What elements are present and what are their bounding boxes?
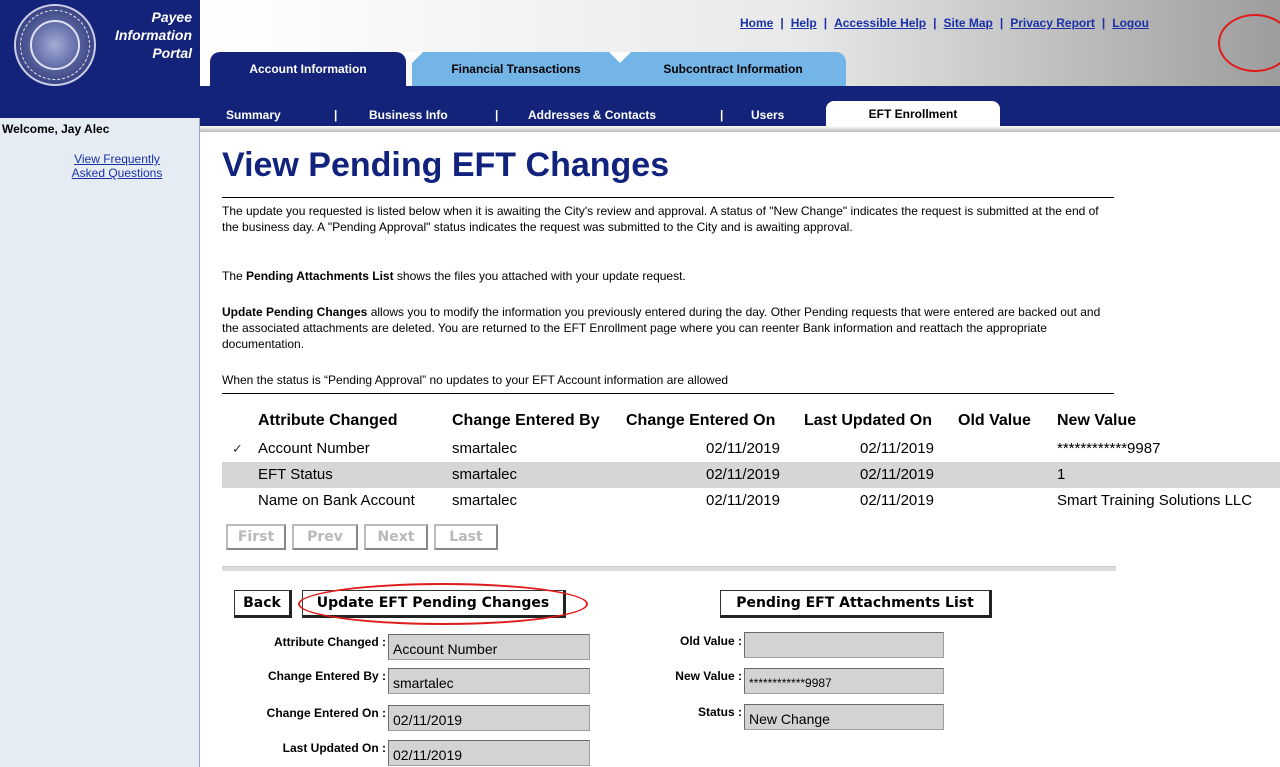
pending-eft-attachments-button[interactable]: Pending EFT Attachments List (720, 590, 992, 618)
city-seal-icon (14, 4, 96, 86)
brand-line-1: Payee (151, 9, 192, 25)
col-header-old-value: Old Value (958, 412, 1031, 429)
subnav-separator: | (720, 108, 724, 122)
status-field[interactable]: New Change (744, 704, 944, 730)
status-paragraph: When the status is “Pending Approval” no… (222, 373, 729, 387)
portal-brand: Payee Information Portal (115, 8, 192, 62)
subnav-users[interactable]: Users (751, 108, 784, 122)
change-entered-on-field[interactable]: 02/11/2019 (388, 705, 590, 731)
last-updated-on-field[interactable]: 02/11/2019 (388, 740, 590, 766)
page-title: View Pending EFT Changes (222, 146, 670, 184)
faq-link[interactable]: View Frequently Asked Questions (62, 152, 172, 180)
cell-entered-on: 02/11/2019 (706, 440, 780, 457)
cell-entered-on: 02/11/2019 (706, 492, 780, 509)
tab-account-information[interactable]: Account Information (210, 52, 406, 86)
subnav-separator: | (334, 108, 338, 122)
attachments-paragraph-lead: The (222, 269, 247, 283)
cell-attribute: Name on Bank Account (258, 492, 415, 509)
intro-paragraph: The update you requested is listed below… (222, 204, 1099, 234)
update-paragraph-term: Update Pending Changes (222, 305, 368, 319)
table-row[interactable]: EFT Status smartalec 02/11/2019 02/11/20… (222, 462, 1280, 488)
subnav-business-info[interactable]: Business Info (369, 108, 448, 122)
subnav-summary[interactable]: Summary (226, 108, 281, 122)
tab-notch (401, 52, 423, 63)
sub-navigation (200, 86, 1280, 126)
top-links: Home | Help | Accessible Help | Site Map | Priva… (740, 16, 1149, 30)
status-label: Status : (697, 705, 742, 719)
old-value-field[interactable] (744, 632, 944, 658)
col-header-entered-on: Change Entered On (626, 412, 776, 429)
cell-entered-on: 02/11/2019 (706, 466, 780, 483)
subnav-eft-enrollment[interactable]: EFT Enrollment (826, 101, 1000, 126)
logout-link[interactable]: Logou (1112, 16, 1149, 30)
site-map-link[interactable]: Site Map (943, 16, 992, 30)
cell-entered-by: smartalec (452, 440, 518, 457)
cell-new-value: ************9987 (1057, 440, 1161, 457)
table-row[interactable]: Name on Bank Account smartalec 02/11/201… (222, 488, 1280, 514)
title-divider (222, 197, 1114, 198)
subnav-separator: | (495, 108, 499, 122)
attribute-changed-field[interactable]: Account Number (388, 634, 590, 660)
cell-new-value: Smart Training Solutions LLC (1057, 492, 1253, 509)
col-header-entered-by: Change Entered By (452, 412, 600, 429)
cell-attribute: EFT Status (258, 466, 333, 483)
portal-logo: Payee Information Portal (0, 0, 200, 118)
change-entered-by-label: Change Entered By : (267, 669, 386, 683)
cell-entered-by: smartalec (452, 492, 518, 509)
update-paragraph: Update Pending Changes allows you to mod… (222, 304, 1102, 352)
tab-notch (609, 52, 631, 63)
content-divider (222, 393, 1114, 394)
brand-line-3: Portal (152, 45, 192, 61)
brand-line-2: Information (115, 27, 192, 43)
accessible-help-link[interactable]: Accessible Help (834, 16, 926, 30)
pager-next-button[interactable]: Next (364, 524, 428, 550)
change-entered-on-label: Change Entered On : (266, 706, 386, 720)
new-value-field[interactable]: ************9987 (744, 668, 944, 694)
privacy-report-link[interactable]: Privacy Report (1010, 16, 1095, 30)
attachments-paragraph-term: Pending Attachments List (246, 269, 394, 283)
cell-attribute: Account Number (258, 440, 370, 457)
pager-first-button[interactable]: First (226, 524, 286, 550)
attachments-paragraph-text: shows the files you attached with your u… (393, 269, 686, 283)
attribute-changed-label: Attribute Changed : (274, 635, 386, 649)
table-row[interactable]: ✓ Account Number smartalec 02/11/2019 02… (222, 436, 1280, 462)
faq-link-line-2[interactable]: Asked Questions (72, 166, 163, 180)
cell-entered-by: smartalec (452, 466, 518, 483)
sidebar (0, 118, 200, 767)
home-link[interactable]: Home (740, 16, 773, 30)
cell-updated-on: 02/11/2019 (860, 492, 934, 509)
section-divider (222, 566, 1116, 571)
welcome-text: Welcome, Jay Alec (2, 122, 110, 136)
tab-financial-transactions[interactable]: Financial Transactions (412, 52, 620, 86)
cell-updated-on: 02/11/2019 (860, 440, 934, 457)
tab-subcontract-information[interactable]: Subcontract Information (620, 52, 846, 86)
col-header-updated-on: Last Updated On (804, 412, 933, 429)
pager-prev-button[interactable]: Prev (292, 524, 358, 550)
subnav-addresses-contacts[interactable]: Addresses & Contacts (528, 108, 656, 122)
new-value-label: New Value : (675, 669, 742, 683)
attachments-paragraph: The Pending Attachments List shows the f… (222, 268, 1102, 284)
col-header-attribute: Attribute Changed (258, 412, 398, 429)
update-button-highlight (298, 583, 588, 625)
change-entered-by-field[interactable]: smartalec (388, 668, 590, 694)
help-link[interactable]: Help (791, 16, 817, 30)
old-value-label: Old Value : (679, 634, 742, 648)
last-updated-on-label: Last Updated On : (282, 741, 386, 755)
pager-last-button[interactable]: Last (434, 524, 498, 550)
back-button[interactable]: Back (234, 590, 292, 618)
col-header-new-value: New Value (1057, 412, 1137, 429)
selected-check-icon: ✓ (232, 441, 243, 456)
faq-link-line-1[interactable]: View Frequently (74, 152, 160, 166)
subnav-shadow (200, 126, 1280, 132)
cell-updated-on: 02/11/2019 (860, 466, 934, 483)
cell-new-value: 1 (1057, 466, 1066, 483)
